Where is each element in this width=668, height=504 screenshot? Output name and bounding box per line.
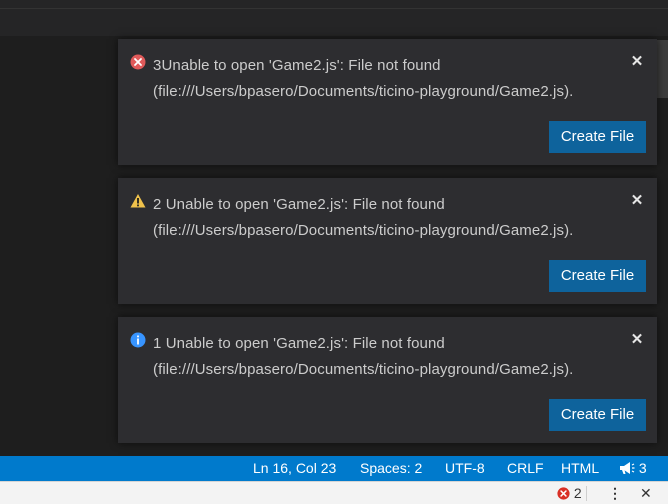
- create-file-button[interactable]: Create File: [549, 260, 646, 292]
- status-cursor-position[interactable]: Ln 16, Col 23: [253, 456, 336, 481]
- status-notifications[interactable]: 3: [619, 456, 647, 481]
- notification-error: 3Unable to open 'Game2.js': File not fou…: [118, 39, 657, 165]
- vscode-window: 3Unable to open 'Game2.js': File not fou…: [0, 0, 668, 504]
- status-encoding[interactable]: UTF-8: [445, 456, 485, 481]
- notification-message: 3Unable to open 'Game2.js': File not fou…: [153, 53, 623, 105]
- notification-warning: 2 Unable to open 'Game2.js': File not fo…: [118, 178, 657, 304]
- more-options-icon[interactable]: ⋮: [608, 482, 622, 504]
- error-circle-icon: [130, 54, 146, 70]
- status-line-ending[interactable]: CRLF: [507, 456, 544, 481]
- notification-detail: (file:///Users/bpasero/Documents/ticino-…: [153, 361, 574, 378]
- status-bar: Ln 16, Col 23 Spaces: 2 UTF-8 CRLF HTML …: [0, 456, 668, 481]
- notification-title: 3Unable to open 'Game2.js': File not fou…: [153, 57, 441, 74]
- warning-triangle-icon: [130, 193, 146, 209]
- bottom-toolbar: 2 ⋮ ✕: [0, 481, 668, 504]
- close-icon[interactable]: ✕: [629, 53, 645, 71]
- notification-count: 3: [638, 460, 647, 476]
- error-indicator[interactable]: 2: [557, 482, 582, 504]
- toolbar-divider: [586, 486, 587, 501]
- close-panel-icon[interactable]: ✕: [640, 482, 652, 504]
- tab-bar: [0, 0, 668, 37]
- editor-scrollbar[interactable]: [656, 40, 668, 98]
- status-indentation[interactable]: Spaces: 2: [360, 456, 422, 481]
- notification-info: 1 Unable to open 'Game2.js': File not fo…: [118, 317, 657, 443]
- create-file-button[interactable]: Create File: [549, 121, 646, 153]
- notification-title: 2 Unable to open 'Game2.js': File not fo…: [153, 196, 445, 213]
- tab-bar-divider: [0, 8, 668, 9]
- close-icon[interactable]: ✕: [629, 192, 645, 210]
- error-count: 2: [573, 485, 582, 501]
- create-file-button[interactable]: Create File: [549, 399, 646, 431]
- status-language[interactable]: HTML: [561, 456, 599, 481]
- notification-message: 1 Unable to open 'Game2.js': File not fo…: [153, 331, 623, 383]
- info-circle-icon: [130, 332, 146, 348]
- close-icon[interactable]: ✕: [629, 331, 645, 349]
- error-badge-icon: [557, 484, 570, 504]
- notification-title: 1 Unable to open 'Game2.js': File not fo…: [153, 335, 445, 352]
- notification-detail: (file:///Users/bpasero/Documents/ticino-…: [153, 83, 574, 100]
- megaphone-icon: [619, 458, 635, 483]
- notification-message: 2 Unable to open 'Game2.js': File not fo…: [153, 192, 623, 244]
- notification-detail: (file:///Users/bpasero/Documents/ticino-…: [153, 222, 574, 239]
